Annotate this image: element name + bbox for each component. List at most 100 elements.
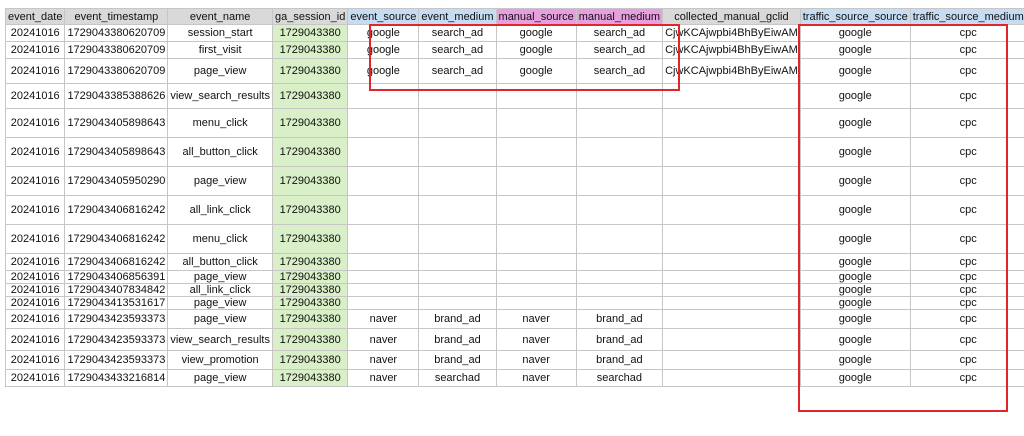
cell-event-name[interactable]: page_view [167,166,273,196]
cell-event-medium[interactable] [418,137,497,167]
column-header-event-source[interactable]: event_source [347,8,420,25]
cell-event-source[interactable] [347,108,420,138]
cell-manual-medium[interactable]: brand_ad [575,328,664,351]
cell-traffic-source-source[interactable]: google [799,108,911,138]
cell-ga-session-id[interactable]: 1729043380 [271,41,349,59]
cell-manual-medium[interactable]: search_ad [575,24,664,42]
cell-manual-medium[interactable] [575,137,664,167]
cell-event-date[interactable]: 20241016 [4,195,66,225]
cell-event-name[interactable]: view_search_results [167,328,273,351]
cell-traffic-source-medium[interactable]: cpc [909,309,1024,329]
cell-event-medium[interactable] [418,195,497,225]
cell-collected-manual-gclid[interactable]: CjwKCAjwpbi4BhByEiwAM [662,24,801,42]
cell-event-date[interactable]: 20241016 [4,309,66,329]
cell-event-date[interactable]: 20241016 [4,24,66,42]
cell-ga-session-id[interactable]: 1729043380 [271,108,349,138]
cell-traffic-source-medium[interactable]: cpc [909,108,1024,138]
cell-collected-manual-gclid[interactable] [662,224,801,254]
cell-traffic-source-medium[interactable]: cpc [909,369,1024,387]
cell-collected-manual-gclid[interactable] [662,328,801,351]
cell-manual-source[interactable] [495,137,577,167]
cell-event-timestamp[interactable]: 1729043406816242 [64,224,169,254]
cell-collected-manual-gclid[interactable] [662,137,801,167]
cell-event-timestamp[interactable]: 1729043433216814 [64,369,169,387]
cell-event-name[interactable]: all_link_click [167,195,273,225]
cell-traffic-source-medium[interactable]: cpc [909,41,1024,59]
cell-traffic-source-medium[interactable]: cpc [909,224,1024,254]
cell-event-medium[interactable] [418,224,497,254]
cell-ga-session-id[interactable]: 1729043380 [271,137,349,167]
cell-event-timestamp[interactable]: 1729043406856391 [64,270,169,284]
cell-event-source[interactable]: google [347,58,420,84]
cell-event-date[interactable]: 20241016 [4,166,66,196]
cell-event-medium[interactable]: search_ad [418,24,497,42]
column-header-manual-source[interactable]: manual_source [495,8,577,25]
cell-traffic-source-source[interactable]: google [799,166,911,196]
cell-manual-medium[interactable] [575,283,664,297]
cell-collected-manual-gclid[interactable] [662,309,801,329]
cell-collected-manual-gclid[interactable]: CjwKCAjwpbi4BhByEiwAM [662,41,801,59]
cell-traffic-source-medium[interactable]: cpc [909,328,1024,351]
cell-event-timestamp[interactable]: 1729043406816242 [64,253,169,271]
cell-manual-medium[interactable]: brand_ad [575,309,664,329]
cell-event-timestamp[interactable]: 1729043405898643 [64,137,169,167]
cell-traffic-source-source[interactable]: google [799,58,911,84]
cell-ga-session-id[interactable]: 1729043380 [271,224,349,254]
cell-event-source[interactable] [347,253,420,271]
cell-event-name[interactable]: all_button_click [167,137,273,167]
cell-traffic-source-medium[interactable]: cpc [909,270,1024,284]
cell-event-name[interactable]: session_start [167,24,273,42]
cell-event-name[interactable]: all_button_click [167,253,273,271]
cell-event-medium[interactable] [418,108,497,138]
cell-event-medium[interactable]: search_ad [418,58,497,84]
cell-ga-session-id[interactable]: 1729043380 [271,328,349,351]
cell-manual-source[interactable]: naver [495,350,577,370]
cell-collected-manual-gclid[interactable] [662,166,801,196]
cell-traffic-source-medium[interactable]: cpc [909,58,1024,84]
cell-traffic-source-source[interactable]: google [799,309,911,329]
cell-event-medium[interactable]: search_ad [418,41,497,59]
column-header-manual-medium[interactable]: manual_medium [575,8,664,25]
cell-event-source[interactable]: naver [347,309,420,329]
cell-manual-source[interactable]: google [495,41,577,59]
cell-event-date[interactable]: 20241016 [4,108,66,138]
cell-event-source[interactable]: google [347,24,420,42]
column-header-ga-session-id[interactable]: ga_session_id [271,8,349,25]
cell-event-name[interactable]: page_view [167,58,273,84]
cell-event-timestamp[interactable]: 1729043380620709 [64,41,169,59]
cell-collected-manual-gclid[interactable] [662,350,801,370]
column-header-traffic-source-medium[interactable]: traffic_source_medium [909,8,1024,25]
cell-event-name[interactable]: menu_click [167,224,273,254]
cell-ga-session-id[interactable]: 1729043380 [271,369,349,387]
cell-collected-manual-gclid[interactable]: CjwKCAjwpbi4BhByEiwAM [662,58,801,84]
cell-ga-session-id[interactable]: 1729043380 [271,283,349,297]
cell-event-source[interactable] [347,137,420,167]
cell-manual-medium[interactable] [575,253,664,271]
cell-ga-session-id[interactable]: 1729043380 [271,83,349,109]
cell-ga-session-id[interactable]: 1729043380 [271,309,349,329]
cell-event-timestamp[interactable]: 1729043423593373 [64,328,169,351]
cell-collected-manual-gclid[interactable] [662,108,801,138]
cell-event-source[interactable]: naver [347,350,420,370]
cell-manual-medium[interactable]: searchad [575,369,664,387]
cell-manual-source[interactable] [495,166,577,196]
cell-traffic-source-source[interactable]: google [799,137,911,167]
cell-event-medium[interactable]: searchad [418,369,497,387]
cell-manual-source[interactable] [495,253,577,271]
cell-event-date[interactable]: 20241016 [4,328,66,351]
cell-event-date[interactable]: 20241016 [4,58,66,84]
cell-event-name[interactable]: page_view [167,296,273,310]
cell-event-date[interactable]: 20241016 [4,224,66,254]
cell-collected-manual-gclid[interactable] [662,253,801,271]
cell-event-date[interactable]: 20241016 [4,41,66,59]
cell-traffic-source-source[interactable]: google [799,24,911,42]
cell-event-timestamp[interactable]: 1729043407834842 [64,283,169,297]
cell-manual-source[interactable] [495,283,577,297]
cell-event-source[interactable] [347,224,420,254]
cell-event-date[interactable]: 20241016 [4,296,66,310]
cell-event-date[interactable]: 20241016 [4,83,66,109]
cell-event-medium[interactable] [418,83,497,109]
cell-event-source[interactable]: naver [347,328,420,351]
cell-manual-medium[interactable] [575,108,664,138]
cell-manual-medium[interactable]: search_ad [575,58,664,84]
